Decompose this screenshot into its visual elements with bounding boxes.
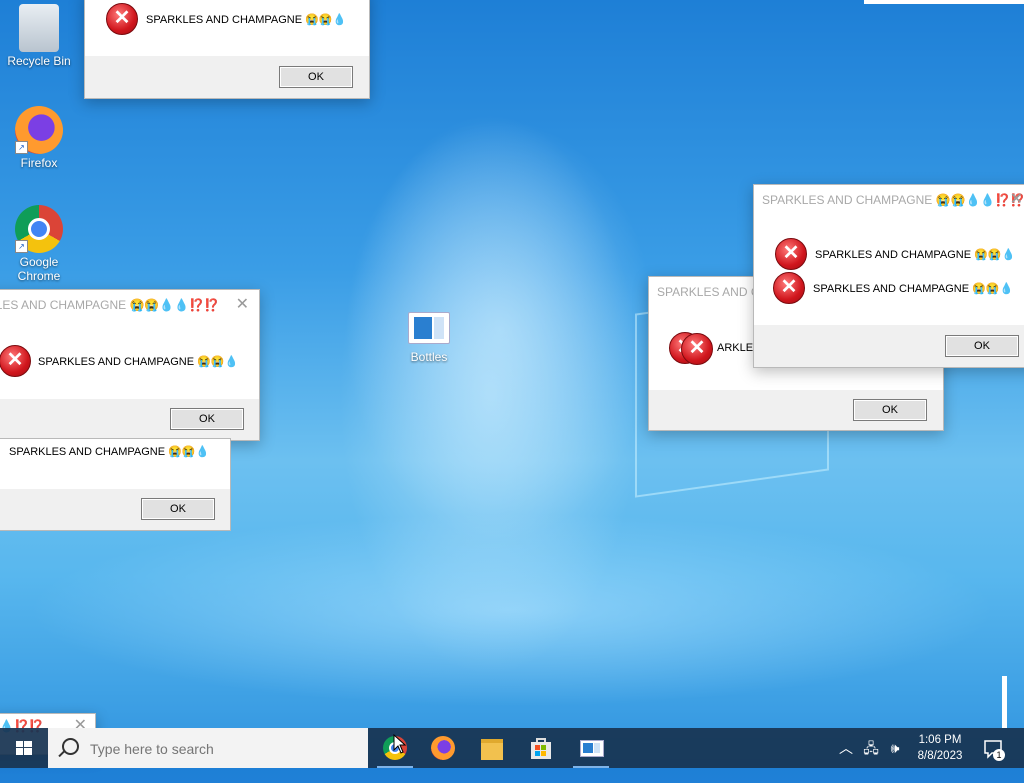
dialog-title: SPARKLES AND CHAMPAGNE 😭😭💧💧⁉️⁉️ [762,193,1024,207]
bottles-icon [408,312,450,344]
error-dialog: SPARKLES AND CHAMPAGNE 😭😭💧 OK [0,438,231,531]
window-edge [864,0,1024,4]
taskbar-firefox[interactable] [419,728,467,768]
dialog-message: SPARKLES AND CHAMPAGNE 😭😭💧 [38,356,239,368]
firefox-icon [431,736,455,760]
taskbar-store[interactable] [517,728,565,768]
chrome-icon: ↗ [15,205,63,253]
ok-button[interactable]: OK [945,335,1019,357]
dialog-message: SPARKLES AND CHAMPAGNE 😭😭💧 [813,283,1014,295]
error-icon: ✕ [106,3,138,35]
shortcut-arrow-icon: ↗ [15,240,28,253]
clock-date: 8/8/2023 [917,750,963,762]
taskbar-chrome[interactable] [371,728,419,768]
ok-button[interactable]: OK [170,408,244,430]
start-button[interactable] [0,728,48,768]
ok-button[interactable]: OK [141,498,215,520]
error-icon: ✕ [775,238,807,270]
taskbar-search[interactable] [48,728,368,768]
clock[interactable]: 1:06 PM 8/8/2023 [900,732,980,764]
error-icon: ✕ [0,345,31,377]
notification-badge: 1 [993,749,1005,761]
taskbar: ︿ 🖧 🕪 1:06 PM 8/8/2023 1 [0,728,1024,768]
close-icon[interactable]: ✕ [236,290,249,320]
mouse-cursor-icon [393,734,407,754]
bottles-icon [580,740,604,757]
network-icon[interactable]: 🖧 [860,728,882,768]
store-icon [531,738,551,759]
desktop-icon-google-chrome[interactable]: ↗ Google Chrome [1,205,77,283]
error-dialog: RKLES AND CHAMPAGNE 😭😭💧💧⁉️⁉️ ✕ ✕ SPARKLE… [0,289,260,441]
desktop-icon-firefox[interactable]: ↗ Firefox [1,106,77,170]
window-edge [1002,676,1007,728]
taskbar-file-explorer[interactable] [468,728,516,768]
error-icon: ✕ [773,272,805,304]
dialog-message: SPARKLES AND CHAMPAGNE 😭😭💧 [9,446,210,458]
chevron-up-icon[interactable]: ︿ [836,728,856,768]
error-icon: ✕ [681,333,713,365]
dialog-title: RKLES AND CHAMPAGNE 😭😭💧💧⁉️⁉️ [0,298,220,312]
wallpaper-figure [340,105,640,695]
desktop-icon-label: Firefox [20,156,58,170]
error-dialog: ✕ SPARKLES AND CHAMPAGNE 😭😭💧 OK [84,0,370,99]
ok-button[interactable]: OK [279,66,353,88]
desktop-icon-label: Google Chrome [17,255,61,283]
notification-center-icon[interactable]: 1 [980,728,1006,768]
windows-logo-icon [16,741,32,755]
taskbar-bottles[interactable] [567,728,615,768]
dialog-message: SPARKLES AND CHAMPAGNE 😭😭💧 [815,249,1016,261]
desktop-icon-bottles[interactable]: Bottles [391,312,467,364]
clock-time: 1:06 PM [918,734,962,746]
close-icon[interactable]: ✕ [1010,185,1023,215]
file-explorer-icon [481,739,503,760]
desktop-icon-label: Bottles [410,350,448,364]
error-dialog: SPARKLES AND CHAMPAGNE 😭😭💧💧⁉️⁉️ ✕ ✕ SPAR… [753,184,1024,368]
ok-button[interactable]: OK [853,399,927,421]
dialog-message: SPARKLES AND CHAMPAGNE 😭😭💧 [146,14,347,26]
shortcut-arrow-icon: ↗ [15,141,28,154]
search-input[interactable] [88,738,352,760]
search-icon [62,738,79,755]
recycle-bin-icon [19,4,59,52]
desktop-icon-label: Recycle Bin [7,54,71,68]
firefox-icon: ↗ [15,106,63,154]
desktop-icon-recycle-bin[interactable]: Recycle Bin [1,4,77,68]
